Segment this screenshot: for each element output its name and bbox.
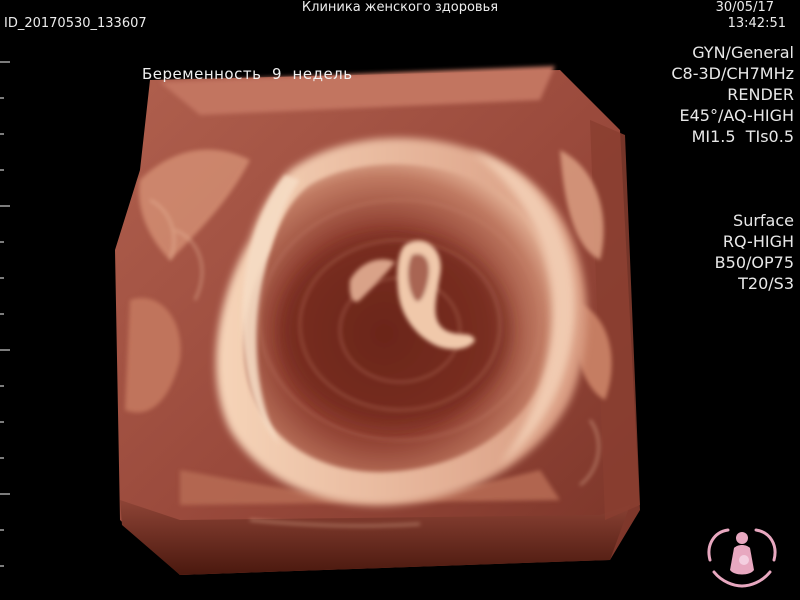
render-line: Surface [733,211,794,230]
patient-id: ID_20170530_133607 [4,16,147,31]
exam-time: 13:42:51 [727,16,786,31]
param-line: MI1.5 TIs0.5 [691,127,794,146]
param-line: C8-3D/CH7MHz [671,64,794,83]
render-settings: Surface RQ-HIGH B50/OP75 T20/S3 [715,210,794,294]
acquisition-params: GYN/General C8-3D/CH7MHz RENDER E45°/AQ-… [671,42,794,147]
clinic-name: Клиника женского здоровья [301,0,499,15]
render-line: T20/S3 [738,274,794,293]
depth-scale [0,61,10,567]
param-line: GYN/General [692,43,794,62]
param-line: RENDER [727,85,794,104]
param-line: E45°/AQ-HIGH [679,106,794,125]
render-line: RQ-HIGH [722,232,794,251]
exam-date: 30/05/17 [715,0,774,15]
render-line: B50/OP75 [714,253,794,272]
annotation-caption: Беременность 9 недель [142,65,353,83]
logo-mother-child-icon [707,528,777,588]
